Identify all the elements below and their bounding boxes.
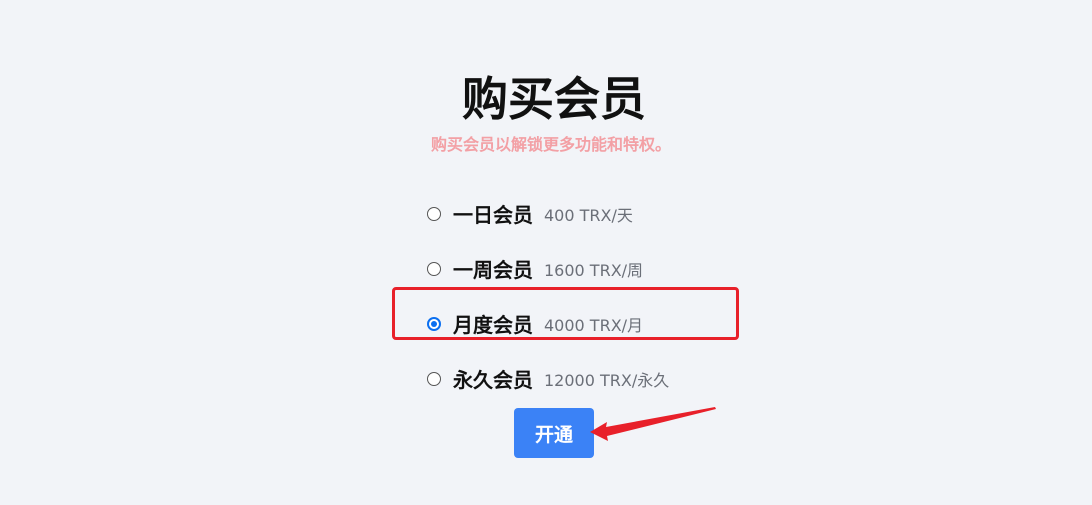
page-subtitle: 购买会员以解锁更多功能和特权。	[430, 135, 671, 154]
radio-day[interactable]	[427, 206, 441, 221]
radio-permanent[interactable]	[427, 371, 441, 386]
page-title: 购买会员	[462, 72, 646, 126]
plan-price: 400 TRX/天	[544, 205, 633, 225]
plan-name: 永久会员	[453, 368, 533, 392]
plan-price: 1600 TRX/周	[544, 260, 644, 280]
plan-option-day[interactable]: 一日会员 400 TRX/天	[426, 186, 746, 241]
membership-page: 购买会员 购买会员以解锁更多功能和特权。 一日会员 400 TRX/天 一周会员…	[0, 0, 1092, 505]
radio-week[interactable]	[427, 261, 441, 276]
plan-option-permanent[interactable]: 永久会员 12000 TRX/永久	[426, 351, 746, 406]
plan-name: 一周会员	[453, 258, 533, 282]
open-membership-button[interactable]: 开通	[514, 408, 594, 458]
plan-price: 12000 TRX/永久	[544, 370, 670, 390]
plan-name: 一日会员	[453, 203, 533, 227]
annotation-highlight-box	[392, 287, 739, 340]
